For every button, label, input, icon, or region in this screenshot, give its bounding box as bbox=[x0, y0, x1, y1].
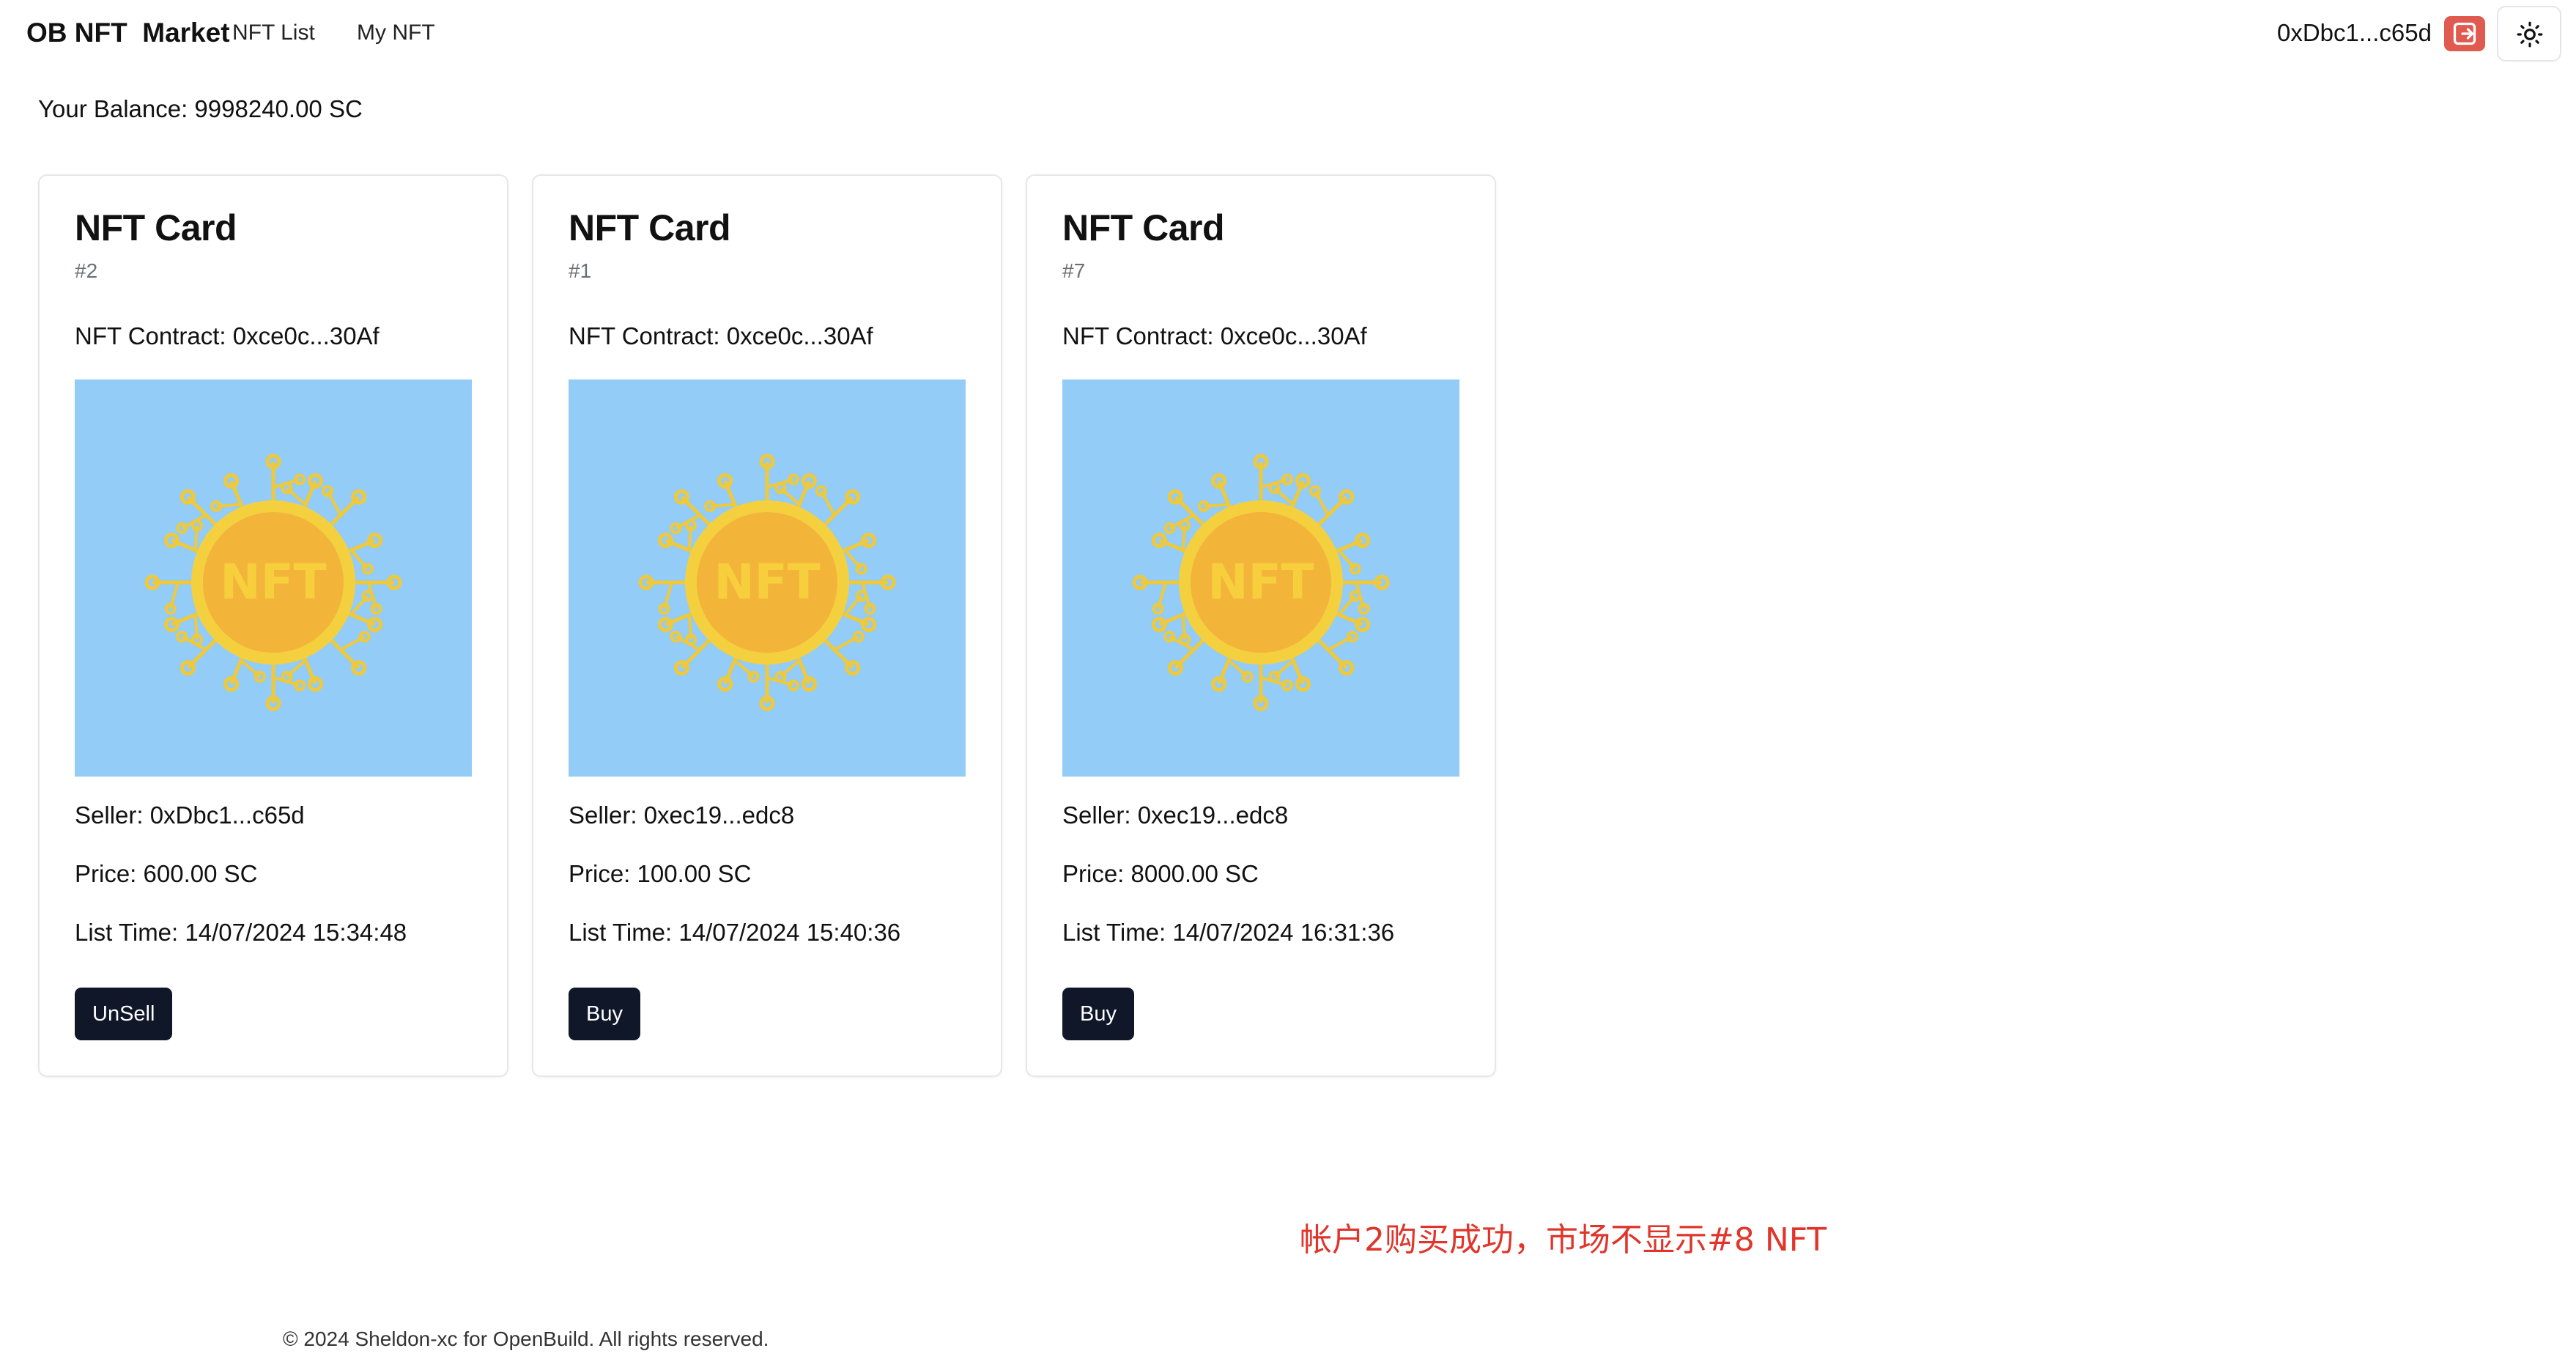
token-id: #2 bbox=[75, 259, 98, 282]
unsell-button[interactable]: UnSell bbox=[75, 988, 173, 1040]
annotation-note: 帐户2购买成功，市场不显示#8 NFT bbox=[1300, 1221, 1827, 1259]
nft-image: NFT bbox=[569, 379, 966, 777]
seller-address: Seller: 0xec19...edc8 bbox=[569, 801, 795, 829]
nav-link-my-nft[interactable]: My NFT bbox=[357, 21, 435, 45]
buy-button[interactable]: Buy bbox=[569, 988, 640, 1040]
buy-button[interactable]: Buy bbox=[1062, 988, 1134, 1040]
theme-toggle-button[interactable] bbox=[2497, 6, 2561, 62]
nav-link-nft-list[interactable]: NFT List bbox=[232, 21, 315, 45]
footer-copyright: © 2024 Sheldon-xc for OpenBuild. All rig… bbox=[283, 1328, 769, 1350]
token-id: #1 bbox=[569, 259, 592, 282]
card-title: NFT Card bbox=[75, 207, 237, 248]
nft-card: NFT Card #1 NFT Contract: 0xce0c...30Af … bbox=[532, 174, 1002, 1077]
top-navbar: OB NFT Market NFT List My NFT 0xDbc1...c… bbox=[0, 0, 2576, 67]
listing-price: Price: 600.00 SC bbox=[75, 860, 258, 887]
logout-icon bbox=[2453, 22, 2476, 45]
list-time: List Time: 14/07/2024 15:34:48 bbox=[75, 919, 407, 946]
seller-address: Seller: 0xDbc1...c65d bbox=[75, 801, 305, 829]
nft-image: NFT bbox=[1062, 379, 1459, 777]
coin-label: NFT bbox=[714, 554, 820, 610]
page: OB NFT Market NFT List My NFT 0xDbc1...c… bbox=[0, 0, 2576, 1370]
nft-image: NFT bbox=[75, 379, 472, 777]
wallet-address[interactable]: 0xDbc1...c65d bbox=[2277, 19, 2432, 47]
coin-label: NFT bbox=[220, 554, 326, 610]
nft-contract: NFT Contract: 0xce0c...30Af bbox=[1062, 322, 1367, 349]
list-time: List Time: 14/07/2024 15:40:36 bbox=[569, 919, 901, 946]
nft-contract: NFT Contract: 0xce0c...30Af bbox=[75, 322, 380, 349]
nft-card: NFT Card #2 NFT Contract: 0xce0c...30Af … bbox=[38, 174, 508, 1077]
account-balance: Your Balance: 9998240.00 SC bbox=[38, 95, 363, 122]
nft-coin-icon: NFT bbox=[638, 453, 896, 711]
token-id: #7 bbox=[1062, 259, 1086, 282]
nft-card: NFT Card #7 NFT Contract: 0xce0c...30Af … bbox=[1026, 174, 1496, 1077]
sun-icon bbox=[2517, 21, 2543, 48]
seller-address: Seller: 0xec19...edc8 bbox=[1062, 801, 1289, 829]
nft-coin-icon: NFT bbox=[1132, 453, 1390, 711]
brand-logo[interactable]: OB NFT Market bbox=[26, 18, 230, 48]
coin-label: NFT bbox=[1207, 554, 1314, 610]
listing-price: Price: 8000.00 SC bbox=[1062, 860, 1259, 887]
card-title: NFT Card bbox=[1062, 207, 1225, 248]
listing-price: Price: 100.00 SC bbox=[569, 860, 752, 887]
nft-coin-icon: NFT bbox=[144, 453, 402, 711]
card-title: NFT Card bbox=[569, 207, 731, 248]
logout-button[interactable] bbox=[2444, 16, 2485, 51]
list-time: List Time: 14/07/2024 16:31:36 bbox=[1062, 919, 1395, 946]
nft-contract: NFT Contract: 0xce0c...30Af bbox=[569, 322, 873, 349]
